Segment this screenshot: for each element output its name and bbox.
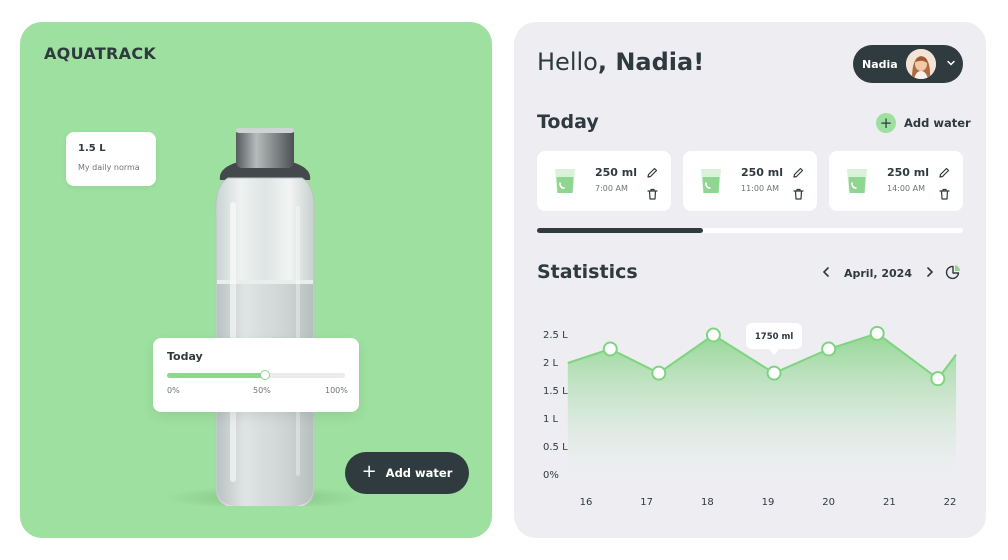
statistics-chart: 0% 0.5 L 1 L 1.5 L 2 L 2.5 L 16 17 18 19 20 21 22 175… <box>543 323 957 508</box>
daily-progress-fill <box>537 228 704 233</box>
data-point[interactable] <box>869 325 885 341</box>
y-tick-label: 0.5 L <box>543 442 568 453</box>
today-progress-card: Today 0% 50% 100% <box>153 338 359 412</box>
trash-icon[interactable] <box>647 185 658 204</box>
pencil-icon[interactable] <box>646 164 658 183</box>
x-tick-label: 17 <box>640 497 653 508</box>
water-entry-card: 250 ml 14:00 AM <box>829 151 963 211</box>
month-navigator: April, 2024 <box>822 266 934 280</box>
plus-circle-icon: + <box>876 113 896 133</box>
entry-amount: 250 ml <box>741 166 784 179</box>
progress-tick-100: 100% <box>325 386 348 395</box>
x-tick-label: 22 <box>944 497 957 508</box>
daily-norm-label: My daily norma <box>78 163 140 172</box>
greeting: Hello, Nadia! <box>537 48 704 76</box>
trash-icon[interactable] <box>939 185 950 204</box>
y-tick-label: 2 L <box>543 358 559 369</box>
x-tick-label: 19 <box>762 497 775 508</box>
x-tick-label: 18 <box>701 497 714 508</box>
daily-progress-bar <box>537 228 963 233</box>
add-water-link-label: Add water <box>904 116 971 130</box>
daily-norm-card: 1.5 L My daily norma <box>66 132 156 186</box>
chart-tooltip: 1750 ml <box>746 323 803 355</box>
progress-tick-0: 0% <box>167 386 180 395</box>
current-month: April, 2024 <box>844 266 912 280</box>
y-tick-label: 2.5 L <box>543 330 568 341</box>
progress-tick-50: 50% <box>253 386 271 395</box>
series-area <box>567 333 957 477</box>
add-water-label: Add water <box>385 466 453 480</box>
x-tick-label: 21 <box>883 497 896 508</box>
entry-amount: 250 ml <box>887 166 930 179</box>
data-point[interactable] <box>821 341 837 357</box>
avatar <box>905 49 936 79</box>
chevron-right-icon[interactable] <box>926 266 934 280</box>
entry-time: 11:00 AM <box>741 184 779 193</box>
pie-chart-icon[interactable] <box>945 264 961 284</box>
y-tick-label: 0% <box>543 470 559 481</box>
y-tick-label: 1.5 L <box>543 386 568 397</box>
today-progress-handle[interactable] <box>259 370 270 380</box>
trash-icon[interactable] <box>793 185 804 204</box>
today-card-title: Today <box>167 350 203 363</box>
statistics-title: Statistics <box>537 261 638 283</box>
y-tick-label: 1 L <box>543 414 559 425</box>
today-progress-track <box>167 370 345 380</box>
pencil-icon[interactable] <box>938 164 950 183</box>
glass-icon <box>846 167 868 199</box>
water-entry-card: 250 ml 11:00 AM <box>683 151 817 211</box>
x-tick-label: 16 <box>580 497 593 508</box>
pencil-icon[interactable] <box>792 164 804 183</box>
chevron-down-icon <box>946 58 956 71</box>
add-water-button[interactable]: + Add water <box>345 452 469 494</box>
today-progress-fill <box>167 373 265 378</box>
user-menu-button[interactable]: Nadia <box>853 45 963 83</box>
brand-logo: AQUATRACK <box>44 44 157 63</box>
dashboard-panel: Hello, Nadia! Nadia Today + Add water 25… <box>514 22 986 538</box>
water-entry-card: 250 ml 7:00 AM <box>537 151 671 211</box>
x-tick-label: 20 <box>822 497 835 508</box>
data-point[interactable] <box>930 371 946 387</box>
data-point[interactable] <box>705 327 721 343</box>
today-section-title: Today <box>537 111 599 133</box>
glass-icon <box>554 167 576 199</box>
greeting-name: , Nadia! <box>597 48 705 76</box>
plus-icon: + <box>361 461 377 482</box>
data-point[interactable] <box>602 341 618 357</box>
entry-time: 7:00 AM <box>595 184 628 193</box>
hero-panel: AQUATRACK 1.5 L My daily norma Today 0% … <box>20 22 492 538</box>
daily-norm-value: 1.5 L <box>78 143 106 154</box>
add-water-link[interactable]: + Add water <box>876 113 971 133</box>
entry-amount: 250 ml <box>595 166 638 179</box>
glass-icon <box>700 167 722 199</box>
chevron-left-icon[interactable] <box>822 266 830 280</box>
entry-time: 14:00 AM <box>887 184 925 193</box>
greeting-prefix: Hello <box>537 48 598 76</box>
water-bottle-image <box>165 128 365 506</box>
data-point[interactable] <box>651 365 667 381</box>
tooltip-label: 1750 ml <box>755 332 793 342</box>
data-point[interactable] <box>766 365 782 381</box>
user-name: Nadia <box>862 57 898 71</box>
